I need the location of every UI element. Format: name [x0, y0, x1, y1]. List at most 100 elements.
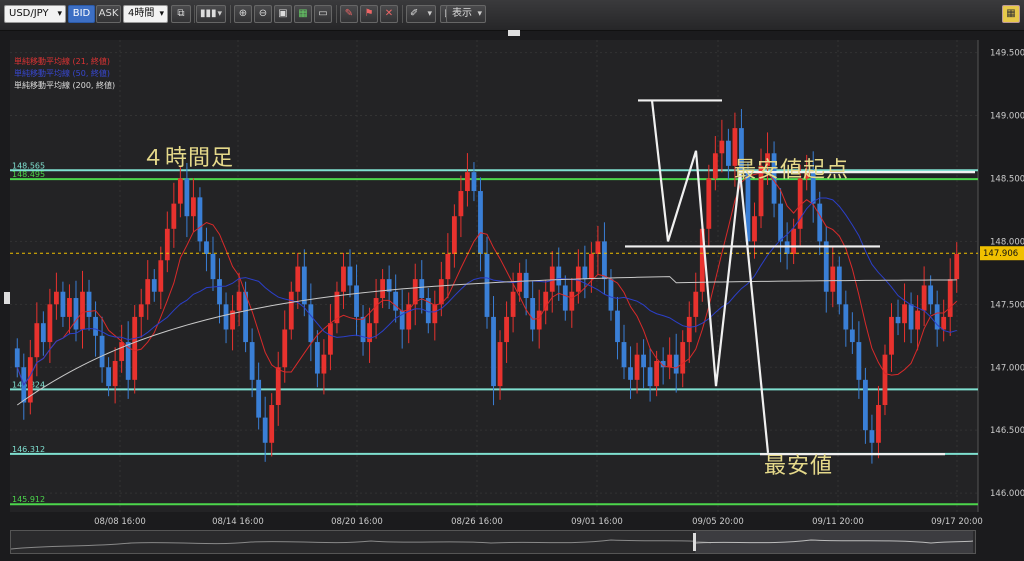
candle-body: [412, 279, 418, 305]
support-line-label: 148.495: [12, 170, 45, 179]
alert-icon[interactable]: ⚑: [360, 5, 378, 23]
chart-toolbar: USD/JPY BID ASK 4時間 ⧉ ▮▮▮ ⊕ ⊖ ▣ ▦ ▭ ✎ ⚑ …: [0, 0, 1024, 31]
candle-body: [536, 310, 542, 330]
x-tick-label: 08/20 16:00: [331, 517, 383, 527]
candle-body: [164, 228, 170, 261]
candle-body: [823, 241, 829, 292]
zoom-out-icon[interactable]: ⊖: [254, 5, 272, 23]
candle-body: [680, 342, 686, 374]
legend-ma50: 単純移動平均線 (50, 終値): [14, 69, 111, 78]
candle-body: [902, 304, 907, 324]
candle-body: [249, 342, 255, 380]
order-icon[interactable]: ✎: [340, 5, 358, 23]
candle-body: [504, 316, 509, 343]
candle-body: [693, 291, 699, 317]
candle-body: [523, 272, 529, 299]
lowest-caption: 最安値: [764, 454, 834, 479]
candle-body: [177, 178, 183, 204]
candle-body: [497, 342, 503, 387]
overview-navigator[interactable]: [10, 530, 976, 554]
candle-body: [308, 304, 314, 343]
candle-body: [941, 316, 947, 330]
ask-toggle[interactable]: ASK: [96, 5, 121, 23]
candle-body: [14, 348, 20, 368]
candle-body: [595, 241, 601, 254]
x-tick-label: 08/14 16:00: [212, 517, 264, 527]
candle-body: [419, 279, 425, 299]
candle-body: [673, 354, 679, 374]
candle-body: [478, 191, 483, 254]
candle-body: [119, 342, 125, 361]
clear-icon[interactable]: ✕: [380, 5, 398, 23]
candle-body: [712, 153, 718, 179]
window-icon[interactable]: ▭: [314, 5, 332, 23]
y-tick-label: 148.000: [990, 237, 1024, 247]
fit-icon[interactable]: ▣: [274, 5, 292, 23]
y-tick-label: 147.000: [990, 363, 1024, 373]
zoom-in-icon[interactable]: ⊕: [234, 5, 252, 23]
price-chart[interactable]: 146.000 146.500 147.000 147.500 148.000 148.5…: [0, 30, 1024, 557]
candle-body: [458, 191, 464, 217]
candle-body: [347, 266, 353, 286]
candle-body: [628, 367, 633, 380]
candle-body: [223, 304, 229, 330]
candle-body: [791, 228, 797, 254]
candle-body: [256, 379, 262, 418]
candle-body: [151, 279, 157, 292]
x-tick-label: 09/05 20:00: [692, 517, 744, 527]
candle-body: [204, 241, 209, 254]
candle-body: [354, 285, 359, 317]
bid-toggle[interactable]: BID: [68, 5, 95, 23]
candle-body: [530, 298, 536, 330]
candle-body: [569, 291, 575, 311]
candle-body: [641, 354, 646, 368]
candle-body: [132, 316, 138, 380]
candle-body: [843, 304, 849, 330]
candle-body: [719, 140, 725, 154]
x-tick-label: 08/08 16:00: [94, 517, 146, 527]
candle-body: [269, 405, 275, 443]
candle-body: [895, 316, 901, 324]
candle-body: [608, 279, 614, 311]
chart-type-icon[interactable]: ▮▮▮: [196, 5, 226, 23]
candle-body: [54, 291, 59, 305]
x-tick-label: 08/26 16:00: [451, 517, 503, 527]
candle-body: [686, 316, 692, 343]
candle-body: [275, 367, 281, 406]
support-line-label: 145.912: [12, 495, 45, 504]
candle-body: [947, 279, 953, 317]
candle-body: [47, 304, 53, 343]
candle-body: [562, 285, 568, 311]
y-tick-label: 149.000: [990, 112, 1024, 122]
candle-body: [158, 260, 164, 292]
symbol-select[interactable]: USD/JPY: [4, 5, 66, 23]
chart-settings-icon[interactable]: ⧉: [171, 5, 191, 23]
candle-body: [282, 329, 288, 368]
candle-body: [288, 291, 294, 330]
y-tick-label: 149.500: [990, 49, 1024, 59]
chart-area[interactable]: 146.000 146.500 147.000 147.500 148.000 148.5…: [0, 30, 1024, 557]
candle-body: [869, 430, 875, 443]
timeframe-select[interactable]: 4時間: [123, 5, 168, 23]
drawing-pen-icon[interactable]: ✐: [406, 5, 436, 23]
candle-body: [328, 323, 333, 355]
candle-body: [432, 304, 438, 324]
display-menu[interactable]: 表示: [446, 5, 486, 23]
candle-body: [588, 253, 594, 280]
candle-body: [634, 354, 640, 380]
timeframe-caption: ４時間足: [142, 146, 235, 171]
scroll-marker: [508, 30, 520, 36]
candle-body: [817, 203, 823, 242]
grid-icon[interactable]: ▦: [294, 5, 312, 23]
candle-body: [80, 291, 85, 330]
overview-sparkline: [10, 531, 974, 553]
candle-body: [93, 316, 98, 336]
left-scroll-handle: [4, 292, 10, 304]
candle-body: [915, 310, 920, 330]
candle-body: [849, 329, 855, 343]
candle-body: [67, 298, 72, 317]
candle-body: [556, 266, 562, 286]
layout-icon[interactable]: ▦: [1002, 5, 1020, 23]
candle-body: [40, 323, 46, 343]
candle-body: [34, 323, 40, 358]
